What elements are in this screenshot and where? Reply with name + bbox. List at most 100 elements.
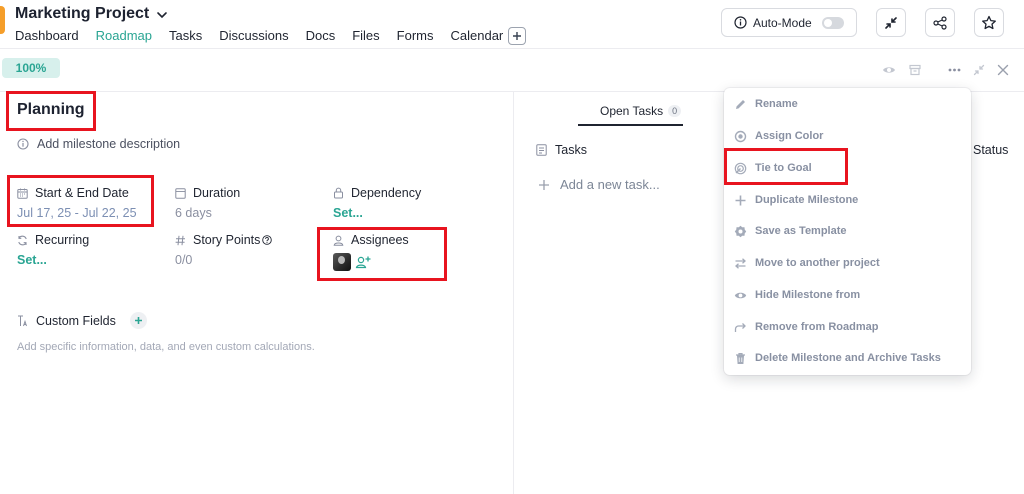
avatar[interactable] xyxy=(333,253,351,271)
share-arrow-icon xyxy=(734,322,746,332)
menu-item-label: Tie to Goal xyxy=(755,162,812,174)
archive-icon xyxy=(909,64,921,76)
collapse-arrows-icon xyxy=(973,64,985,76)
star-icon xyxy=(982,15,996,29)
template-badge-icon xyxy=(734,225,747,237)
eye-icon xyxy=(883,67,895,73)
field-duration-label: Duration xyxy=(193,186,241,200)
user-icon xyxy=(333,235,344,246)
menu-item-hide-milestone[interactable]: Hide Milestone from xyxy=(734,285,860,305)
close-panel-button[interactable] xyxy=(996,63,1010,77)
goal-target-icon xyxy=(734,162,747,174)
add-tab-button[interactable] xyxy=(508,27,526,45)
plus-icon xyxy=(539,179,549,190)
pane-divider xyxy=(513,92,514,494)
active-tab-indicator xyxy=(578,124,683,126)
more-dots-icon xyxy=(948,68,960,72)
menu-item-label: Remove from Roadmap xyxy=(755,321,879,333)
top-header: Marketing Project Dashboard Roadmap Task… xyxy=(0,0,1024,49)
tab-discussions[interactable]: Discussions xyxy=(219,28,288,43)
info-icon xyxy=(734,16,747,29)
milestone-description[interactable]: Add milestone description xyxy=(17,137,180,151)
calendar-icon xyxy=(17,188,28,199)
more-options-button[interactable] xyxy=(947,63,961,77)
field-story-points[interactable]: Story Points 0/0 xyxy=(175,233,273,267)
chevron-down-icon[interactable] xyxy=(155,8,169,22)
add-user-icon[interactable] xyxy=(355,255,371,269)
tab-calendar[interactable]: Calendar xyxy=(451,28,504,43)
menu-item-tie-to-goal[interactable]: Tie to Goal xyxy=(734,158,812,178)
menu-item-label: Move to another project xyxy=(755,257,880,269)
tab-forms[interactable]: Forms xyxy=(397,28,434,43)
tab-roadmap[interactable]: Roadmap xyxy=(96,28,152,43)
field-recurring-value[interactable]: Set... xyxy=(17,253,89,267)
menu-item-delete-milestone[interactable]: Delete Milestone and Archive Tasks xyxy=(734,348,941,368)
menu-item-duplicate-milestone[interactable]: Duplicate Milestone xyxy=(734,190,858,210)
recurring-icon xyxy=(18,235,27,245)
watch-button[interactable] xyxy=(882,63,896,77)
milestone-context-menu: Rename Assign Color Tie to Goal Duplicat… xyxy=(724,88,971,375)
menu-item-label: Hide Milestone from xyxy=(755,289,861,301)
menu-item-remove-from-roadmap[interactable]: Remove from Roadmap xyxy=(734,317,878,337)
menu-item-label: Delete Milestone and Archive Tasks xyxy=(755,352,941,364)
project-title-text: Marketing Project xyxy=(15,5,150,22)
menu-item-assign-color[interactable]: Assign Color xyxy=(734,126,823,146)
collapse-arrows-icon xyxy=(885,16,897,29)
tab-tasks[interactable]: Tasks xyxy=(169,28,202,43)
tab-count-badge: 0 xyxy=(668,105,682,117)
field-story-points-value[interactable]: 0/0 xyxy=(175,253,272,267)
field-dependency-label: Dependency xyxy=(351,186,422,200)
tab-dashboard[interactable]: Dashboard xyxy=(15,28,79,43)
menu-item-label: Save as Template xyxy=(755,225,847,237)
milestone-title[interactable]: Planning xyxy=(17,101,85,119)
field-dates[interactable]: Start & End Date Jul 17, 25 - Jul 22, 25 xyxy=(17,186,137,220)
tab-docs[interactable]: Docs xyxy=(306,28,336,43)
tasks-header-label: Tasks xyxy=(555,143,587,157)
field-assignees[interactable]: Assignees xyxy=(333,233,409,271)
menu-item-label: Duplicate Milestone xyxy=(755,194,859,206)
tab-files[interactable]: Files xyxy=(352,28,379,43)
help-icon[interactable] xyxy=(262,235,273,245)
favorite-button[interactable] xyxy=(974,8,1004,37)
custom-fields-header: Custom Fields xyxy=(17,312,147,329)
trash-icon xyxy=(736,352,745,364)
tab-open-tasks-label: Open Tasks xyxy=(600,104,664,118)
add-task-placeholder: Add a new task... xyxy=(560,177,660,192)
auto-mode-button[interactable]: Auto-Mode xyxy=(721,8,857,37)
field-dependency-value[interactable]: Set... xyxy=(333,206,421,220)
field-story-points-label: Story Points xyxy=(193,233,261,247)
menu-item-move-project[interactable]: Move to another project xyxy=(734,253,880,273)
add-custom-field-button[interactable] xyxy=(129,312,147,329)
share-button[interactable] xyxy=(925,8,955,37)
hash-icon xyxy=(175,235,185,245)
add-task-input[interactable]: Add a new task... xyxy=(538,177,660,192)
field-recurring[interactable]: Recurring Set... xyxy=(17,233,89,267)
move-arrows-icon xyxy=(735,257,746,269)
auto-mode-toggle[interactable] xyxy=(822,17,844,29)
field-dependency[interactable]: Dependency Set... xyxy=(333,186,421,220)
minimize-panel-button[interactable] xyxy=(972,63,986,77)
tab-open-tasks[interactable]: Open Tasks 0 xyxy=(600,104,682,118)
archive-button[interactable] xyxy=(908,63,922,77)
info-icon xyxy=(17,138,29,150)
field-dates-value[interactable]: Jul 17, 25 - Jul 22, 25 xyxy=(17,206,137,220)
field-duration: Duration 6 days xyxy=(175,186,240,220)
plus-icon xyxy=(735,195,746,205)
tasks-column-header: Tasks xyxy=(536,143,587,157)
field-dates-label: Start & End Date xyxy=(35,186,129,200)
share-icon xyxy=(933,15,947,30)
menu-item-label: Assign Color xyxy=(755,130,824,142)
milestone-description-placeholder: Add milestone description xyxy=(37,137,181,151)
status-column-header: Status xyxy=(973,143,1009,157)
menu-item-save-as-template[interactable]: Save as Template xyxy=(734,221,847,241)
field-assignees-label: Assignees xyxy=(351,233,409,247)
field-recurring-label: Recurring xyxy=(35,233,90,247)
pencil-icon xyxy=(736,99,745,109)
assignees-list xyxy=(333,253,409,271)
plus-icon xyxy=(134,317,142,324)
project-title[interactable]: Marketing Project xyxy=(15,5,169,23)
collapse-button[interactable] xyxy=(876,8,906,37)
close-icon xyxy=(997,64,1009,76)
menu-item-rename[interactable]: Rename xyxy=(734,94,798,114)
eye-icon xyxy=(734,292,747,298)
